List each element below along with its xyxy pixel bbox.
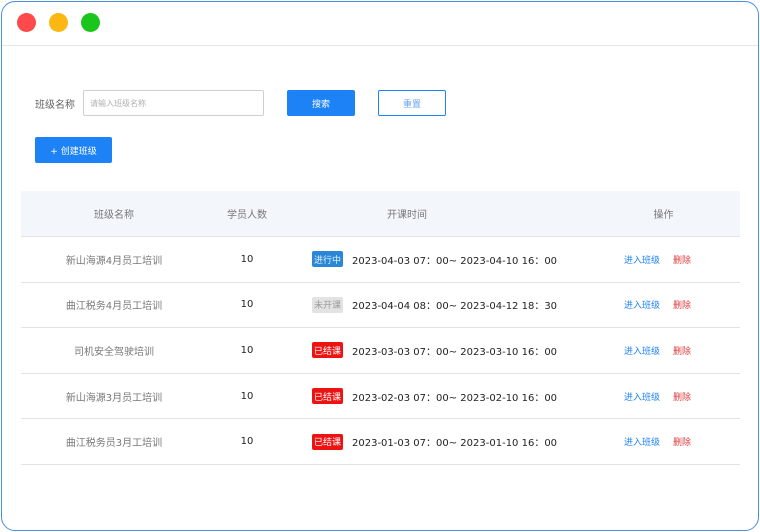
- class-table: 班级名称 学员人数 开课时间 操作 新山海源4月员工培训 10 进行中 2023-04…: [21, 191, 740, 465]
- student-count-cell: 10: [240, 299, 254, 311]
- class-name-cell: 新山海源3月员工培训: [65, 392, 163, 404]
- time-range: 2023-02-03 07：00~ 2023-02-10 16：00: [352, 392, 558, 404]
- search-button[interactable]: 搜索: [287, 90, 355, 116]
- time-range: 2023-04-04 08：00~ 2023-04-12 18：30: [352, 301, 558, 313]
- delete-link[interactable]: 删除: [673, 298, 691, 311]
- enter-class-link[interactable]: 进入班级: [624, 390, 660, 403]
- table-header: 班级名称 学员人数 开课时间 操作: [21, 191, 740, 237]
- app-window: 班级名称 搜索 重置 + 创建班级 班级名称 学员人数 开课时间 操作 新山海源…: [1, 1, 759, 531]
- table-body: 新山海源4月员工培训 10 进行中 2023-04-03 07：00~ 2023-04…: [21, 237, 740, 465]
- time-range: 2023-03-03 07：00~ 2023-03-10 16：00: [352, 346, 558, 358]
- create-class-button[interactable]: + 创建班级: [35, 137, 112, 163]
- student-count-cell: 10: [240, 344, 254, 356]
- status-badge: 已结课: [312, 388, 343, 405]
- course-time-cell: 已结课 2023-03-03 07：00~ 2023-03-10 16：00: [287, 342, 597, 359]
- time-range: 2023-04-03 07：00~ 2023-04-10 16：00: [352, 255, 558, 267]
- student-count-cell: 10: [240, 390, 254, 402]
- header-course-time: 开课时间: [387, 210, 427, 221]
- course-time-cell: 已结课 2023-01-03 07：00~ 2023-01-10 16：00: [287, 433, 597, 450]
- delete-link[interactable]: 删除: [673, 344, 691, 357]
- delete-link[interactable]: 删除: [673, 390, 691, 403]
- enter-class-link[interactable]: 进入班级: [624, 344, 660, 357]
- table-row: 曲江税务员3月工培训 10 已结课 2023-01-03 07：00~ 2023-01…: [21, 419, 740, 465]
- class-name-cell: 曲江税务员3月工培训: [65, 438, 163, 450]
- enter-class-link[interactable]: 进入班级: [624, 435, 660, 448]
- title-bar: [2, 2, 758, 46]
- class-name-cell: 曲江税务4月员工培训: [65, 301, 163, 313]
- reset-button[interactable]: 重置: [378, 90, 446, 116]
- status-badge: 未开课: [312, 296, 343, 313]
- operations-cell: 进入班级 删除: [597, 298, 740, 311]
- operations-cell: 进入班级 删除: [597, 253, 740, 266]
- header-operations: 操作: [653, 210, 674, 221]
- student-count-cell: 10: [240, 436, 254, 448]
- enter-class-link[interactable]: 进入班级: [624, 298, 660, 311]
- student-count-cell: 10: [240, 253, 254, 265]
- status-badge: 进行中: [312, 251, 343, 268]
- operations-cell: 进入班级 删除: [597, 390, 740, 403]
- course-time-cell: 已结课 2023-02-03 07：00~ 2023-02-10 16：00: [287, 388, 597, 405]
- class-name-cell: 新山海源4月员工培训: [65, 255, 163, 267]
- header-class-name: 班级名称: [94, 210, 134, 221]
- table-row: 司机安全驾驶培训 10 已结课 2023-03-03 07：00~ 2023-03-1…: [21, 328, 740, 374]
- table-row: 曲江税务4月员工培训 10 未开课 2023-04-04 08：00~ 2023-04…: [21, 283, 740, 329]
- delete-link[interactable]: 删除: [673, 253, 691, 266]
- course-time-cell: 进行中 2023-04-03 07：00~ 2023-04-10 16：00: [287, 251, 597, 268]
- close-window-button[interactable]: [17, 13, 36, 32]
- class-name-cell: 司机安全驾驶培训: [74, 346, 154, 358]
- header-student-count: 学员人数: [227, 210, 267, 221]
- course-time-cell: 未开课 2023-04-04 08：00~ 2023-04-12 18：30: [287, 296, 597, 313]
- enter-class-link[interactable]: 进入班级: [624, 253, 660, 266]
- status-badge: 已结课: [312, 342, 343, 359]
- status-badge: 已结课: [312, 433, 343, 450]
- class-name-filter-label: 班级名称: [35, 100, 75, 111]
- delete-link[interactable]: 删除: [673, 435, 691, 448]
- class-name-search-input[interactable]: [83, 90, 264, 116]
- table-row: 新山海源3月员工培训 10 已结课 2023-02-03 07：00~ 2023-02…: [21, 374, 740, 420]
- operations-cell: 进入班级 删除: [597, 344, 740, 357]
- minimize-window-button[interactable]: [49, 13, 68, 32]
- time-range: 2023-01-03 07：00~ 2023-01-10 16：00: [352, 438, 558, 450]
- maximize-window-button[interactable]: [81, 13, 100, 32]
- operations-cell: 进入班级 删除: [597, 435, 740, 448]
- table-row: 新山海源4月员工培训 10 进行中 2023-04-03 07：00~ 2023-04…: [21, 237, 740, 283]
